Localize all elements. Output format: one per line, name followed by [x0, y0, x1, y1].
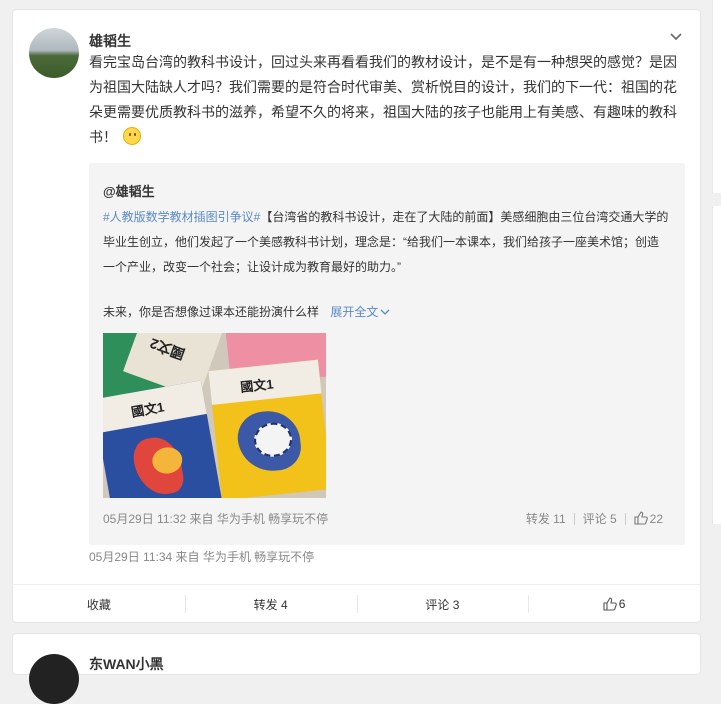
textbook-photo[interactable]: 國文2 國文1 國文1 — [103, 333, 326, 498]
post-body: 看完宝岛台湾的教科书设计，回过头来再看看我们的教材设计，是不是有一种想哭的感觉？… — [89, 54, 677, 145]
like-count: 6 — [618, 597, 626, 611]
book-title: 國文1 — [239, 376, 275, 395]
thumbs-up-icon — [634, 511, 648, 525]
repost-text-tail: 未来，你是否想像过课本还能扮演什么样 — [103, 305, 320, 319]
chevron-down-icon[interactable] — [668, 28, 684, 44]
avatar[interactable] — [29, 28, 79, 78]
comment-label: 评论 3 — [425, 597, 460, 612]
repost-button[interactable]: 转发 4 — [184, 585, 357, 623]
thumbs-up-icon — [603, 597, 617, 611]
post-author[interactable]: 雄韬生 — [89, 31, 131, 51]
chevron-down-icon — [380, 309, 390, 315]
post-timestamp: 05月29日 11:34 来自 华为手机 畅享玩不停 — [89, 550, 315, 564]
expand-label: 展开全文 — [330, 305, 379, 319]
repost-text: #人教版数学教材插图引争议#【台湾省的教科书设计，走在了大陆的前面】美感细胞由三… — [103, 205, 669, 280]
right-panel-edge — [712, 0, 721, 193]
repost-label: 转发 4 — [253, 597, 288, 612]
weibo-post-card: 雄韬生 看完宝岛台湾的教科书设计，回过头来再看看我们的教材设计，是不是有一种想哭… — [12, 9, 701, 623]
hashtag-link[interactable]: #人教版数学教材插图引争议# — [103, 210, 260, 224]
reposted-content[interactable]: @雄韬生 #人教版数学教材插图引争议#【台湾省的教科书设计，走在了大陆的前面】美… — [89, 163, 685, 545]
divider — [573, 512, 575, 525]
comment-button[interactable]: 评论 3 — [356, 585, 529, 623]
yellow-book: 國文1 — [208, 359, 326, 498]
like-button[interactable]: 6 — [528, 585, 700, 623]
blue-book: 國文1 — [103, 380, 224, 498]
book-title: 國文2 — [147, 335, 187, 363]
repost-like-button[interactable]: 22 — [634, 511, 663, 526]
favorite-button[interactable]: 收藏 — [13, 585, 185, 623]
post-text: 看完宝岛台湾的教科书设计，回过头来再看看我们的教材设计，是不是有一种想哭的感觉？… — [89, 50, 683, 150]
avatar[interactable] — [29, 654, 79, 704]
next-post-card: 东WAN小黑 — [12, 633, 701, 704]
repost-actions: 转发 11 评论 5 22 — [526, 510, 663, 527]
repost-forward-count[interactable]: 转发 11 — [526, 510, 566, 527]
next-post-author[interactable]: 东WAN小黑 — [89, 654, 164, 674]
favorite-label: 收藏 — [86, 597, 111, 612]
repost-author[interactable]: @雄韬生 — [103, 181, 155, 200]
repost-comment-count[interactable]: 评论 5 — [583, 510, 617, 527]
post-action-bar: 收藏 转发 4 评论 3 6 — [13, 584, 700, 623]
expand-full-text-link[interactable]: 展开全文 — [330, 305, 390, 319]
repost-text-continued: 未来，你是否想像过课本还能扮演什么样 展开全文 — [103, 303, 390, 320]
repost-timestamp: 05月29日 11:32 来自 华为手机 畅享玩不停 — [103, 512, 329, 526]
right-panel-edge — [712, 206, 721, 524]
smile-emoji-icon — [123, 127, 141, 145]
divider — [624, 512, 626, 525]
repost-like-count: 22 — [649, 512, 663, 526]
